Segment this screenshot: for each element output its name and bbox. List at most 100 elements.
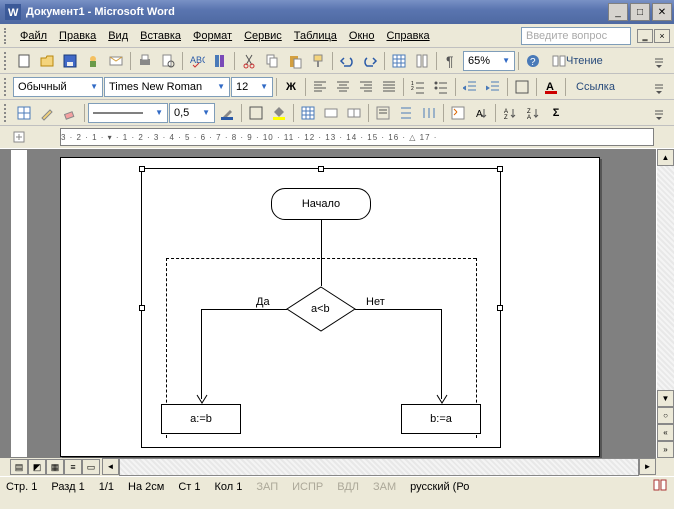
bold-button[interactable]: Ж [280, 76, 302, 98]
numbered-list-button[interactable]: 12 [407, 76, 429, 98]
prev-page-button[interactable]: « [657, 424, 674, 441]
status-ext[interactable]: ВДЛ [337, 481, 359, 493]
status-ovr[interactable]: ЗАМ [373, 481, 396, 493]
line-weight-combo[interactable]: 0,5▼ [169, 103, 215, 123]
autosum-button[interactable]: Σ [545, 102, 567, 124]
align-center-button[interactable] [332, 76, 354, 98]
maximize-button[interactable]: □ [630, 3, 650, 21]
font-combo[interactable]: Times New Roman▼ [104, 77, 230, 97]
font-color-button[interactable]: A [540, 76, 562, 98]
h-scroll-track[interactable] [119, 458, 639, 476]
show-marks-button[interactable]: ¶ [440, 50, 462, 72]
email-button[interactable] [105, 50, 127, 72]
print-preview-button[interactable] [157, 50, 179, 72]
permission-button[interactable] [82, 50, 104, 72]
shading-color-button[interactable] [268, 102, 290, 124]
copy-button[interactable] [261, 50, 283, 72]
spellcheck-button[interactable]: ABC [186, 50, 208, 72]
cut-button[interactable] [238, 50, 260, 72]
align-right-button[interactable] [355, 76, 377, 98]
print-view-button[interactable]: ▦ [46, 459, 64, 475]
justify-button[interactable] [378, 76, 400, 98]
print-button[interactable] [134, 50, 156, 72]
sort-desc-button[interactable]: ZA [522, 102, 544, 124]
menu-table[interactable]: Таблица [288, 28, 343, 44]
reading-layout-button[interactable]: Чтение [545, 50, 610, 72]
horizontal-ruler[interactable]: 3 · 2 · 1 · ▾ · 1 · 2 · 3 · 4 · 5 · 6 · … [60, 128, 654, 146]
redo-button[interactable] [359, 50, 381, 72]
format-painter-button[interactable] [307, 50, 329, 72]
mdi-minimize-button[interactable]: ‗ [637, 29, 653, 43]
status-rec[interactable]: ЗАП [256, 481, 278, 493]
research-button[interactable] [209, 50, 231, 72]
paste-button[interactable] [284, 50, 306, 72]
save-button[interactable] [59, 50, 81, 72]
scroll-track[interactable] [657, 166, 674, 390]
merge-cells-button[interactable] [320, 102, 342, 124]
menu-tools[interactable]: Сервис [238, 28, 288, 44]
help-button[interactable]: ? [522, 50, 544, 72]
toolbar-options-button[interactable] [648, 50, 670, 72]
border-color-button[interactable] [216, 102, 238, 124]
menu-view[interactable]: Вид [102, 28, 134, 44]
zoom-combo[interactable]: 65%▼ [463, 51, 515, 71]
columns-button[interactable] [411, 50, 433, 72]
normal-view-button[interactable]: ▤ [10, 459, 28, 475]
increase-indent-button[interactable] [482, 76, 504, 98]
eraser-button[interactable] [59, 102, 81, 124]
browse-object-button[interactable]: ○ [657, 407, 674, 424]
minimize-button[interactable]: _ [608, 3, 628, 21]
reading-view-button[interactable]: ▭ [82, 459, 100, 475]
menu-window[interactable]: Окно [343, 28, 381, 44]
toolbar-options-button[interactable] [648, 102, 670, 124]
draw-pencil-button[interactable] [36, 102, 58, 124]
open-button[interactable] [36, 50, 58, 72]
mdi-close-button[interactable]: × [654, 29, 670, 43]
outline-view-button[interactable]: ≡ [64, 459, 82, 475]
web-view-button[interactable]: ◩ [28, 459, 46, 475]
menu-help[interactable]: Справка [380, 28, 435, 44]
hyperlink-button[interactable]: Ссылка [569, 76, 622, 98]
borders-button[interactable] [511, 76, 533, 98]
document-scroll[interactable]: Начало a<b Да Нет [30, 149, 656, 458]
scroll-right-button[interactable]: ► [639, 458, 656, 475]
style-combo[interactable]: Обычный▼ [13, 77, 103, 97]
align-left-button[interactable] [309, 76, 331, 98]
draw-table-button[interactable] [13, 102, 35, 124]
bullet-list-button[interactable] [430, 76, 452, 98]
flowchart-process-right[interactable]: b:=a [401, 404, 481, 434]
scroll-up-button[interactable]: ▲ [657, 149, 674, 166]
status-language[interactable]: русский (Ро [410, 481, 469, 493]
autoformat-button[interactable] [447, 102, 469, 124]
help-search-input[interactable]: Введите вопрос [521, 27, 631, 45]
insert-table-button[interactable] [297, 102, 319, 124]
flowchart-start[interactable]: Начало [271, 188, 371, 220]
align-cell-button[interactable] [372, 102, 394, 124]
font-size-combo[interactable]: 12▼ [231, 77, 273, 97]
distribute-rows-button[interactable] [395, 102, 417, 124]
flowchart-process-left[interactable]: a:=b [161, 404, 241, 434]
line-style-combo[interactable]: ▼ [88, 103, 168, 123]
menu-edit[interactable]: Правка [53, 28, 102, 44]
status-book-icon[interactable] [652, 478, 668, 495]
outside-border-button[interactable] [245, 102, 267, 124]
insert-table-button[interactable] [388, 50, 410, 72]
document-page[interactable]: Начало a<b Да Нет [60, 157, 600, 457]
close-button[interactable]: ✕ [652, 3, 672, 21]
menu-file[interactable]: Файл [14, 28, 53, 44]
vertical-ruler[interactable] [10, 149, 28, 458]
decrease-indent-button[interactable] [459, 76, 481, 98]
next-page-button[interactable]: » [657, 441, 674, 458]
scroll-down-button[interactable]: ▼ [657, 390, 674, 407]
distribute-cols-button[interactable] [418, 102, 440, 124]
sort-asc-button[interactable]: AZ [499, 102, 521, 124]
menu-insert[interactable]: Вставка [134, 28, 187, 44]
text-direction-button[interactable]: A [470, 102, 492, 124]
status-track[interactable]: ИСПР [292, 481, 323, 493]
undo-button[interactable] [336, 50, 358, 72]
scroll-left-button[interactable]: ◄ [102, 458, 119, 475]
split-cells-button[interactable] [343, 102, 365, 124]
toolbar-options-button[interactable] [648, 76, 670, 98]
menu-format[interactable]: Формат [187, 28, 238, 44]
new-doc-button[interactable] [13, 50, 35, 72]
